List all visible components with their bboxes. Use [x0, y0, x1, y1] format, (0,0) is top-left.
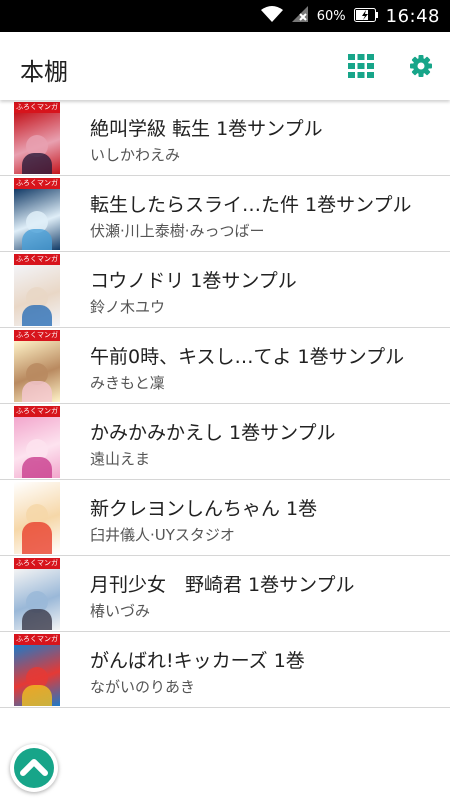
- cover-band: ふろくマンガ: [14, 634, 60, 645]
- book-title: コウノドリ 1巻サンプル: [90, 270, 297, 292]
- cover-art: [14, 265, 60, 326]
- grid-view-icon: [348, 54, 374, 78]
- book-cover: ふろくマンガ: [14, 254, 60, 326]
- book-item[interactable]: ふろくマンガ転生したらスライ…た件 1巻サンプル伏瀬·川上泰樹·みっつばー: [0, 176, 450, 252]
- status-icons: 60% 16:48: [260, 0, 440, 32]
- book-cover: ふろくマンガ: [14, 634, 60, 706]
- app-bar: 本棚: [0, 32, 450, 100]
- battery-charging-icon: [353, 7, 378, 26]
- book-item[interactable]: ふろくマンガ午前0時、キスし…てよ 1巻サンプルみきもと凜: [0, 328, 450, 404]
- book-author: いしかわえみ: [90, 146, 181, 164]
- gear-icon: [410, 55, 432, 77]
- book-author: 伏瀬·川上泰樹·みっつばー: [90, 222, 265, 240]
- book-cover: ふろくマンガ: [14, 330, 60, 402]
- book-item[interactable]: ふろくマンガ絶叫学級 転生 1巻サンプルいしかわえみ: [0, 100, 450, 176]
- cover-band: ふろくマンガ: [14, 330, 60, 341]
- page-title: 本棚: [20, 58, 68, 86]
- scroll-to-top-circle: [14, 748, 54, 788]
- cover-art: [14, 341, 60, 402]
- battery-percent: 60%: [316, 8, 346, 24]
- book-title: 転生したらスライ…た件 1巻サンプル: [90, 194, 412, 216]
- cover-band: ふろくマンガ: [14, 406, 60, 417]
- book-author: 鈴ノ木ユウ: [90, 298, 166, 316]
- cover-art: [14, 113, 60, 174]
- cover-art: [14, 482, 60, 554]
- cover-art: [14, 569, 60, 630]
- book-item[interactable]: ふろくマンガかみかみかえし 1巻サンプル遠山えま: [0, 404, 450, 480]
- book-cover: ふろくマンガ: [14, 102, 60, 174]
- book-cover: ふろくマンガ: [14, 406, 60, 478]
- status-bar: 60% 16:48: [0, 0, 450, 32]
- book-cover: [14, 482, 60, 554]
- book-author: みきもと凜: [90, 374, 165, 392]
- book-author: 遠山えま: [90, 450, 151, 468]
- cover-band: ふろくマンガ: [14, 102, 60, 113]
- book-title: 新クレヨンしんちゃん 1巻: [90, 498, 318, 520]
- book-item[interactable]: ふろくマンガがんばれ!キッカーズ 1巻ながいのりあき: [0, 632, 450, 708]
- book-list: ふろくマンガ 絶叫学級 転生 1巻サンプル いしかわえみ ふろくマンガ 転生したらスラ…: [0, 100, 450, 708]
- settings-button[interactable]: [408, 53, 434, 79]
- book-cover: ふろくマンガ: [14, 558, 60, 630]
- book-author: 臼井儀人·UYスタジオ: [90, 526, 235, 544]
- scroll-to-top-button[interactable]: [10, 744, 58, 792]
- book-title: かみかみかえし 1巻サンプル: [90, 422, 336, 444]
- book-author: ながいのりあき: [90, 678, 196, 696]
- cover-art: [14, 417, 60, 478]
- chevron-up-icon: [20, 759, 48, 776]
- cover-band: ふろくマンガ: [14, 558, 60, 569]
- cellular-signal-icon: [291, 5, 309, 27]
- book-item[interactable]: 新クレヨンしんちゃん 1巻臼井儀人·UYスタジオ: [0, 480, 450, 556]
- grid-view-button[interactable]: [348, 54, 374, 78]
- book-author: 椿いづみ: [90, 602, 151, 620]
- book-title: 午前0時、キスし…てよ 1巻サンプル: [90, 346, 405, 368]
- book-title: がんばれ!キッカーズ 1巻: [90, 650, 305, 672]
- book-title: 月刊少女 野崎君 1巻サンプル: [90, 574, 355, 596]
- book-title: 絶叫学級 転生 1巻サンプル: [90, 118, 323, 140]
- cover-art: [14, 645, 60, 706]
- book-item[interactable]: ふろくマンガコウノドリ 1巻サンプル鈴ノ木ユウ: [0, 252, 450, 328]
- cover-band: ふろくマンガ: [14, 178, 60, 189]
- book-cover: ふろくマンガ: [14, 178, 60, 250]
- book-item[interactable]: ふろくマンガ月刊少女 野崎君 1巻サンプル椿いづみ: [0, 556, 450, 632]
- cover-art: [14, 189, 60, 250]
- clock: 16:48: [385, 5, 440, 27]
- cover-band: ふろくマンガ: [14, 254, 60, 265]
- wifi-icon: [260, 5, 283, 27]
